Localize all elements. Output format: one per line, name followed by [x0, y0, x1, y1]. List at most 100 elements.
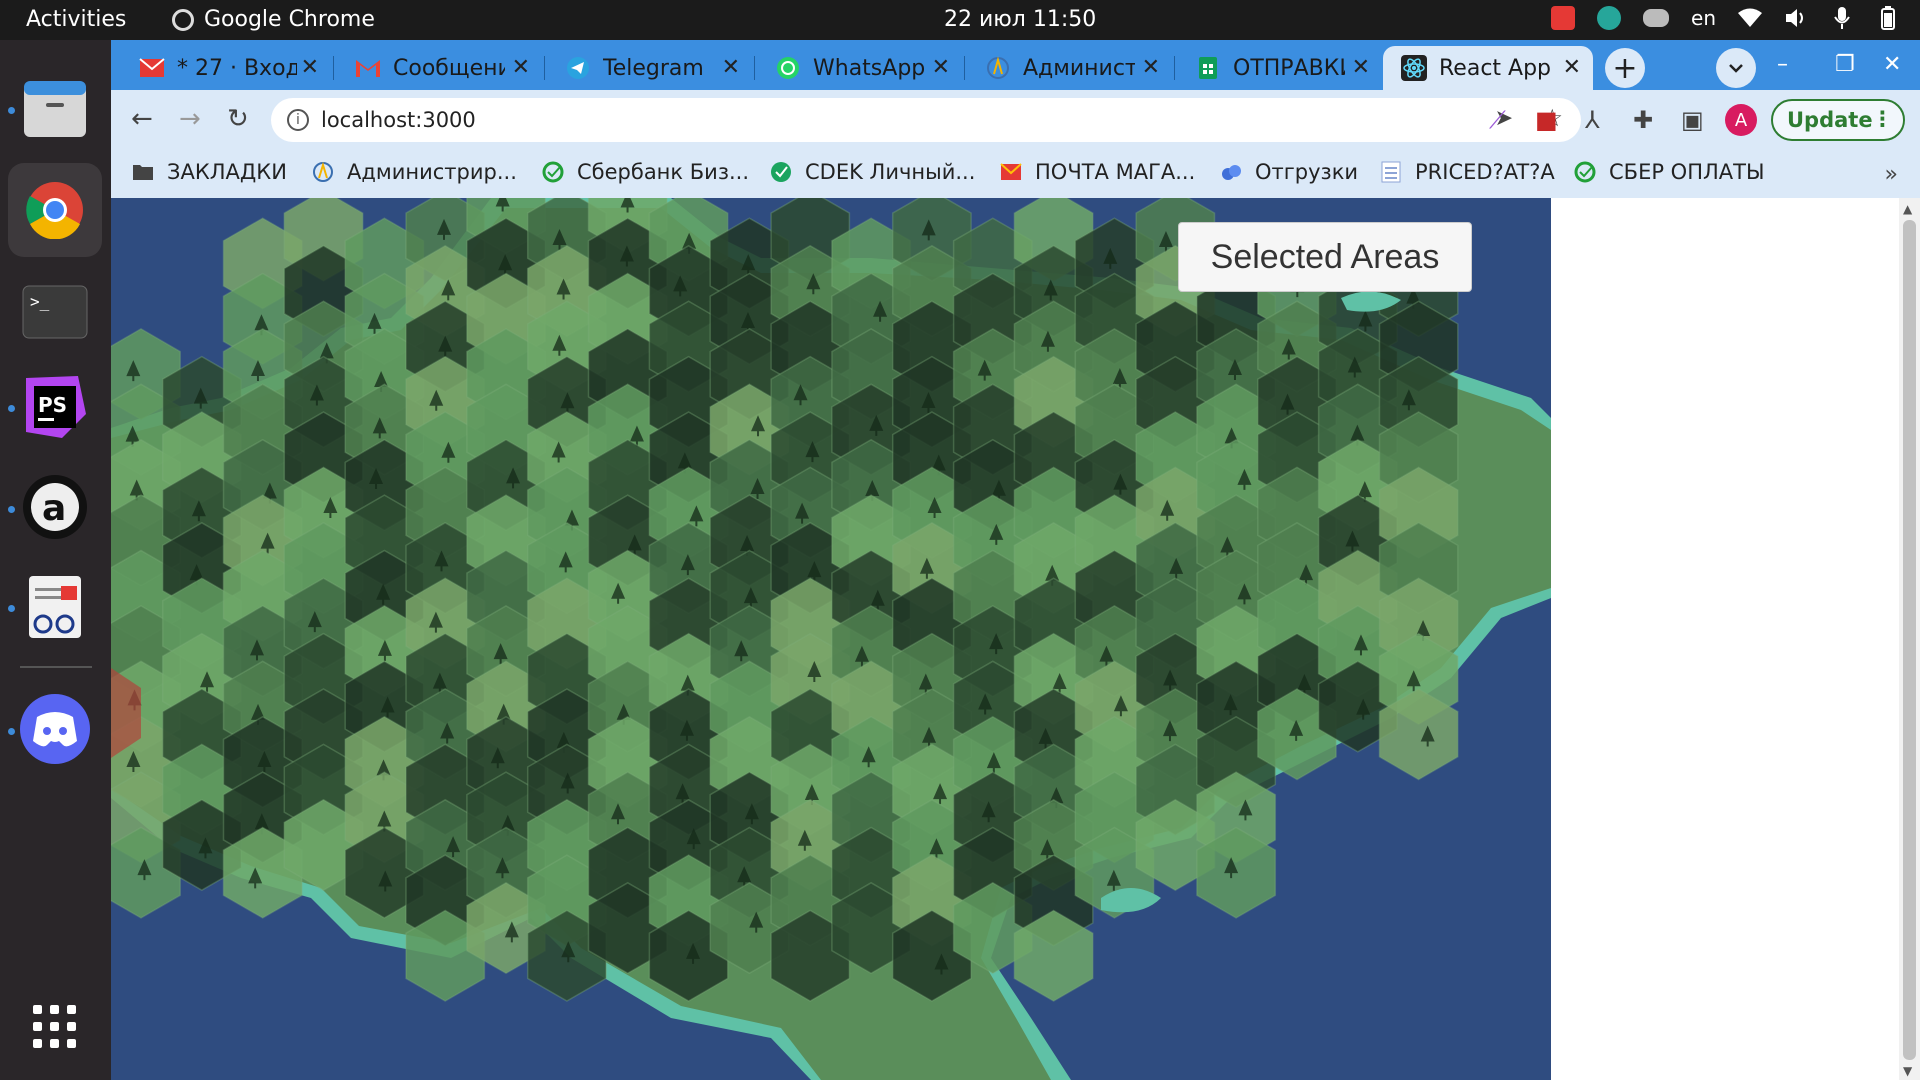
tab-telegram[interactable]: Telegram ✕	[547, 46, 752, 90]
browser-toolbar: ← → ↻ i localhost:3000 ➤ ☆ ⟋ ■ ⅄ ✚ ▣ A U…	[111, 90, 1920, 150]
scroll-thumb[interactable]	[1903, 220, 1916, 1060]
admin-icon	[985, 55, 1011, 81]
bookmark-otgruzki[interactable]: Отгрузки	[1219, 160, 1358, 184]
bookmarks-overflow-icon[interactable]: »	[1885, 162, 1898, 187]
screenshot-extension-icon[interactable]: ■	[1535, 106, 1558, 134]
svg-text:>_: >_	[30, 292, 50, 311]
clock[interactable]: 22 июл 11:50	[944, 7, 1096, 32]
phpstorm-icon[interactable]: PS	[18, 370, 92, 444]
volume-icon[interactable]	[1784, 6, 1808, 30]
close-icon[interactable]: ✕	[1142, 55, 1160, 80]
new-tab-button[interactable]: +	[1605, 48, 1645, 88]
anydesk-icon[interactable]	[1551, 6, 1576, 30]
app-menu[interactable]: Google Chrome	[172, 7, 375, 32]
tab-label: ОТПРАВКИ	[1233, 55, 1345, 81]
running-indicator	[8, 405, 15, 412]
chrome-icon[interactable]	[8, 163, 102, 257]
bookmark-label: ПОЧТА МАГА...	[1035, 160, 1196, 184]
terminal-icon[interactable]: >_	[18, 275, 92, 349]
tab-shipments[interactable]: ОТПРАВКИ ✕	[1177, 46, 1382, 90]
running-indicator	[8, 728, 15, 735]
close-icon[interactable]: ✕	[512, 55, 530, 80]
bookmark-label: Отгрузки	[1255, 160, 1359, 184]
tab-mail-inbox[interactable]: * 27 · Входящие ✕	[121, 46, 331, 90]
minimize-icon[interactable]: –	[1777, 52, 1788, 77]
tab-label: React App	[1439, 55, 1552, 81]
profile-avatar[interactable]: A	[1725, 104, 1757, 136]
close-icon[interactable]: ✕	[722, 55, 740, 80]
tab-admin[interactable]: Администр ✕	[967, 46, 1172, 90]
tab-strip: * 27 · Входящие ✕ Сообщения ✕ Telegram ✕…	[111, 40, 1920, 90]
wifi-icon[interactable]	[1738, 6, 1762, 30]
bookmark-folder-zakladki[interactable]: ЗАКЛАДКИ	[131, 160, 287, 184]
activities-button[interactable]: Activities	[26, 7, 126, 32]
bookmark-admin[interactable]: Администрир...	[311, 160, 517, 184]
doc-icon	[1379, 160, 1403, 184]
site-info-icon[interactable]: i	[287, 109, 309, 131]
dock: >_ PS a	[0, 40, 111, 1080]
bookmark-label: CDEK Личный...	[805, 160, 976, 184]
bookmark-priced[interactable]: PRICED?AT?A	[1379, 160, 1555, 184]
bookmark-pochta[interactable]: ПОЧТА МАГА...	[999, 160, 1195, 184]
tab-divider	[1174, 56, 1175, 80]
sber-icon	[541, 160, 565, 184]
hex-map-canvas[interactable]	[111, 198, 1551, 1080]
dock-separator	[20, 666, 92, 668]
scroll-up-icon[interactable]: ▲	[1903, 202, 1912, 216]
extensions-puzzle-icon[interactable]: ✚	[1633, 106, 1653, 134]
keyboard-layout[interactable]: en	[1691, 6, 1716, 30]
sheets-icon	[1195, 55, 1221, 81]
document-viewer-icon[interactable]	[18, 570, 92, 644]
dev-extension-icon[interactable]: ⅄	[1585, 106, 1600, 134]
pen-extension-icon[interactable]: ⟋	[1489, 106, 1506, 134]
bookmark-sber-oplaty[interactable]: СБЕР ОПЛАТЫ	[1573, 160, 1765, 184]
cdek-icon	[769, 160, 793, 184]
discord-tray-icon[interactable]	[1643, 9, 1670, 27]
close-icon[interactable]: ✕	[1563, 55, 1581, 80]
battery-icon[interactable]	[1876, 6, 1900, 30]
back-icon[interactable]: ←	[131, 104, 153, 134]
close-window-icon[interactable]: ✕	[1883, 52, 1901, 77]
microphone-icon[interactable]	[1830, 6, 1854, 30]
hex-map[interactable]: Selected Areas	[111, 198, 1551, 1080]
kebab-menu-icon[interactable]: ⋮	[1872, 107, 1893, 131]
update-button[interactable]: Update ⋮	[1771, 99, 1905, 141]
tab-label: Администр	[1023, 55, 1135, 81]
restore-icon[interactable]: ❐	[1835, 52, 1855, 77]
files-icon[interactable]	[18, 72, 92, 146]
hex-grid[interactable]	[111, 198, 1459, 1002]
tab-messages[interactable]: Сообщения ✕	[337, 46, 542, 90]
address-bar[interactable]: i localhost:3000 ➤ ☆	[271, 98, 1581, 142]
bookmark-label: ЗАКЛАДКИ	[167, 160, 287, 184]
mail-icon	[139, 55, 165, 81]
running-indicator	[8, 605, 15, 612]
selected-areas-button[interactable]: Selected Areas	[1178, 222, 1472, 292]
running-indicator	[8, 506, 15, 513]
update-label: Update	[1787, 108, 1873, 132]
tab-react-app[interactable]: React App ✕	[1383, 46, 1593, 90]
sync-icon[interactable]	[1597, 6, 1622, 30]
tab-divider	[964, 56, 965, 80]
whatsapp-icon	[775, 55, 801, 81]
scroll-down-icon[interactable]: ▼	[1903, 1064, 1912, 1078]
discord-icon[interactable]	[18, 692, 92, 766]
tab-whatsapp[interactable]: WhatsApp ✕	[757, 46, 962, 90]
url-text[interactable]: localhost:3000	[321, 108, 476, 132]
running-indicator	[8, 107, 15, 114]
page-scrollbar[interactable]: ▲ ▼	[1899, 198, 1920, 1080]
close-icon[interactable]: ✕	[932, 55, 950, 80]
tab-search-button[interactable]	[1716, 48, 1756, 88]
close-icon[interactable]: ✕	[301, 55, 319, 80]
reload-icon[interactable]: ↻	[227, 104, 249, 134]
bookmark-cdek[interactable]: CDEK Личный...	[769, 160, 975, 184]
amazon-icon[interactable]: a	[18, 470, 92, 544]
system-tray[interactable]: en	[1551, 6, 1900, 30]
bookmark-label: Администрир...	[347, 160, 517, 184]
browser-window: * 27 · Входящие ✕ Сообщения ✕ Telegram ✕…	[111, 40, 1920, 1080]
app-grid-icon[interactable]	[18, 990, 92, 1064]
forward-icon[interactable]: →	[179, 104, 201, 134]
react-icon	[1401, 55, 1427, 81]
side-panel-icon[interactable]: ▣	[1681, 106, 1704, 134]
close-icon[interactable]: ✕	[1352, 55, 1370, 80]
bookmark-sberbank[interactable]: Сбербанк Биз...	[541, 160, 749, 184]
